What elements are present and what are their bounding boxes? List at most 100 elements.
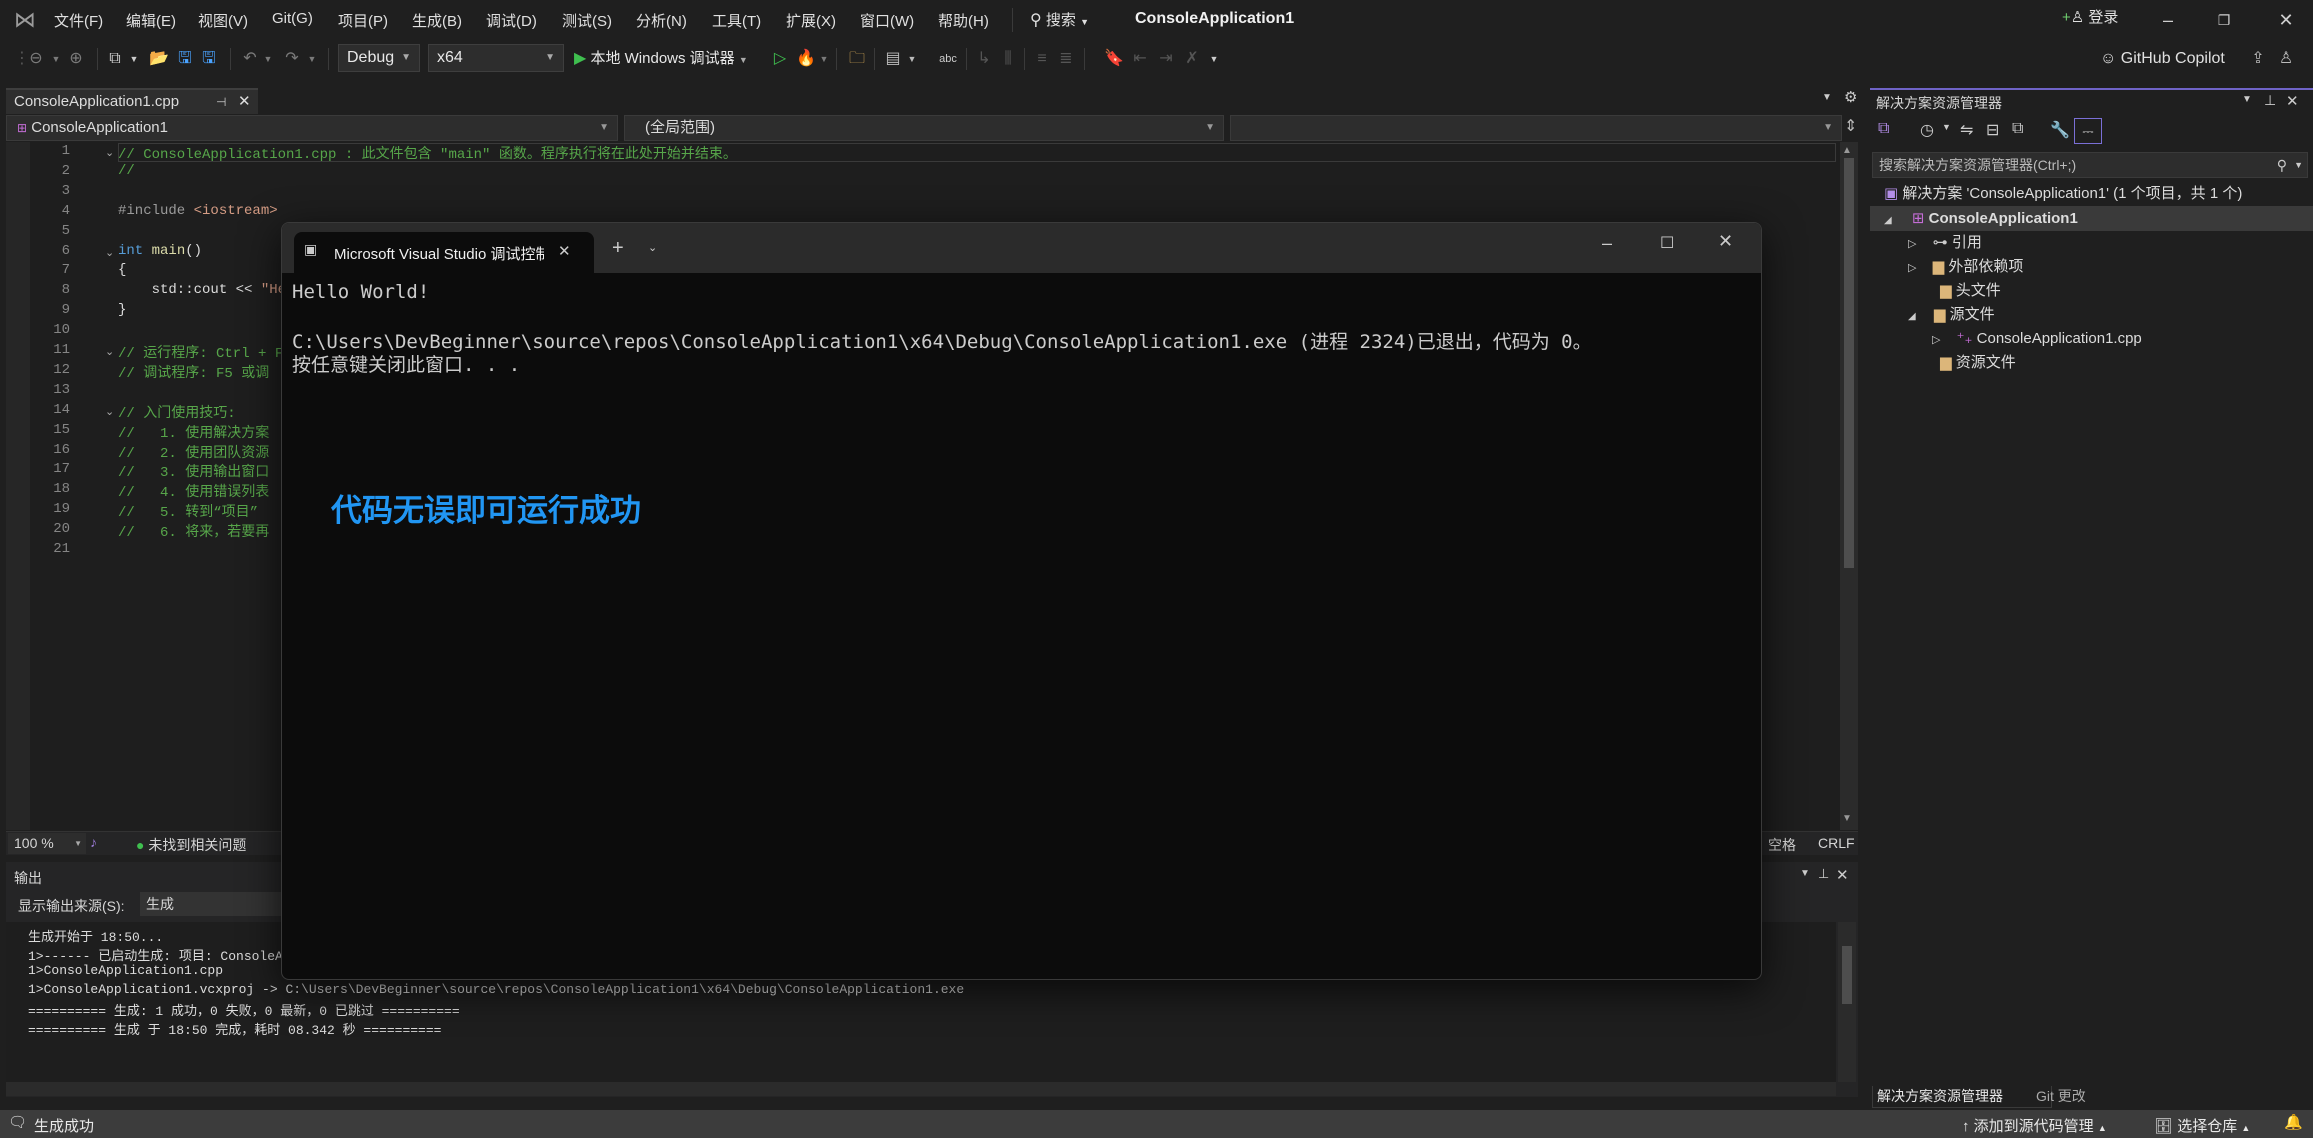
code-line[interactable]: // ConsoleApplication1.cpp : 此文件包含 "main… [118, 143, 737, 163]
fold-toggle-icon[interactable]: ⌄ [105, 345, 114, 358]
github-copilot-button[interactable]: ☺ GitHub Copilot [2100, 46, 2225, 72]
add-to-source-control-button[interactable]: ↑ 添加到源代码管理 ▲ [1962, 1115, 2107, 1136]
minimize-button[interactable]: – [2146, 6, 2190, 34]
signin-button[interactable]: +♙ 登录 [2062, 6, 2118, 27]
intellicode-icon[interactable]: ♪ [90, 834, 97, 850]
close-window-button[interactable]: ✕ [2264, 6, 2308, 34]
tab-list-dropdown-icon[interactable]: ▼ [1822, 92, 1832, 103]
zoom-level-dropdown[interactable]: 100 % ▼ [8, 833, 86, 854]
platform-select[interactable]: x64 ▼ [428, 44, 564, 72]
code-line[interactable]: // 入门使用技巧: [118, 402, 236, 422]
code-line[interactable]: } [118, 302, 126, 318]
bookmark-icon[interactable]: 🔖 [1104, 48, 1124, 70]
tree-item-header-files[interactable]: ▆ 头文件 [1940, 279, 2001, 303]
notifications-bell-icon[interactable]: 🔔 [2284, 1113, 2303, 1131]
close-tab-icon[interactable]: ✕ [558, 242, 571, 260]
tab-consoleapplication1-cpp[interactable]: ConsoleApplication1.cpp ⊣ ✕ [6, 88, 258, 114]
close-panel-icon[interactable]: ✕ [1836, 866, 1849, 884]
menu-edit[interactable]: 编辑(E) [126, 10, 176, 31]
overflow-dropdown-icon[interactable]: ▼ [906, 48, 918, 70]
indent-mode[interactable]: 空格 [1768, 835, 1796, 855]
fold-toggle-icon[interactable]: ⌄ [105, 405, 114, 418]
issues-indicator[interactable]: ● 未找到相关问题 [136, 835, 246, 855]
tree-item-source-files[interactable]: ◢ ▆ 源文件 [1908, 303, 1995, 327]
pending-changes-filter-icon[interactable]: ◷ [1920, 120, 1934, 140]
panel-options-icon[interactable]: ▼ [2242, 94, 2252, 105]
code-line[interactable]: // 5. 转到“项目” [118, 501, 258, 521]
member-nav-dropdown[interactable]: ▼ [1230, 115, 1842, 141]
feedback-icon[interactable]: ♙ [2276, 48, 2296, 70]
show-all-files-icon[interactable]: ⧉ [2012, 120, 2023, 138]
menu-analyze[interactable]: 分析(N) [636, 10, 687, 31]
menu-file[interactable]: 文件(F) [54, 10, 103, 31]
pin-icon[interactable]: ⊥ [1818, 866, 1829, 882]
new-project-icon[interactable]: ⧉ [104, 48, 126, 70]
comment-icon[interactable]: ≡ [1032, 48, 1052, 70]
code-line[interactable]: // 调试程序: F5 或调 [118, 362, 269, 382]
new-project-dropdown-icon[interactable]: ▼ [128, 48, 140, 70]
properties-wrench-icon[interactable]: 🔧 [2050, 120, 2070, 140]
toolbar-grip-icon[interactable]: ⋮ [14, 48, 30, 70]
switch-views-icon[interactable]: ⧉ [1878, 120, 1889, 138]
code-line[interactable]: std::cout << "He [118, 282, 286, 298]
code-line[interactable]: // 3. 使用输出窗口 [118, 461, 269, 481]
save-icon[interactable]: 🖫 [174, 48, 196, 70]
code-line[interactable]: int main() [118, 243, 202, 259]
menu-build[interactable]: 生成(B) [412, 10, 462, 31]
menu-test[interactable]: 测试(S) [562, 10, 612, 31]
sync-with-document-icon[interactable]: ⇋ [1960, 120, 1973, 140]
menu-tools[interactable]: 工具(T) [712, 10, 761, 31]
close-tab-icon[interactable]: ✕ [238, 90, 251, 114]
tree-item-resource-files[interactable]: ▆ 资源文件 [1940, 351, 2016, 375]
redo-dropdown-icon[interactable]: ▼ [306, 48, 318, 70]
tree-item-references[interactable]: ▷ ⊶ 引用 [1908, 231, 1982, 255]
next-bookmark-icon[interactable]: ⇥ [1156, 48, 1176, 70]
menu-view[interactable]: 视图(V) [198, 10, 248, 31]
clear-bookmarks-icon[interactable]: ✗ [1182, 48, 1202, 70]
project-nav-dropdown[interactable]: ⊞ ConsoleApplication1 ▼ [6, 115, 618, 141]
menu-extensions[interactable]: 扩展(X) [786, 10, 836, 31]
line-ending[interactable]: CRLF [1818, 835, 1855, 851]
tree-item-cpp-file[interactable]: ▷ ⁺₊ ConsoleApplication1.cpp [1932, 327, 2142, 351]
save-all-icon[interactable]: 🖫 [198, 48, 220, 70]
output-horizontal-scrollbar[interactable] [6, 1082, 1836, 1096]
console-output-area[interactable]: Hello World! C:\Users\DevBeginner\source\… [282, 273, 1761, 979]
indent-icon[interactable]: ⫼ [998, 48, 1018, 70]
menu-git[interactable]: Git(G) [272, 10, 313, 27]
uncomment-icon[interactable]: ≣ [1056, 48, 1076, 70]
start-without-debugging-icon[interactable]: ▷ [770, 48, 790, 70]
preview-selected-items-icon[interactable]: ⎓ [2074, 118, 2102, 144]
hot-reload-dropdown-icon[interactable]: ▼ [818, 48, 830, 70]
scroll-down-icon[interactable]: ▼ [1842, 813, 1852, 824]
code-line[interactable]: // 4. 使用错误列表 [118, 481, 269, 501]
step-icon[interactable]: ↳ [974, 48, 994, 70]
pin-icon[interactable]: ⊣ [216, 90, 226, 114]
console-tab[interactable]: ▣ Microsoft Visual Studio 调试控制台 ✕ [294, 232, 594, 273]
previous-bookmark-icon[interactable]: ⇤ [1130, 48, 1150, 70]
undo-dropdown-icon[interactable]: ▼ [262, 48, 274, 70]
scope-nav-dropdown[interactable]: (全局范围) ▼ [624, 115, 1224, 141]
undo-icon[interactable]: ↶ [240, 48, 260, 70]
solution-search-input[interactable]: 搜索解决方案资源管理器(Ctrl+;) ⚲ ▼ [1872, 152, 2308, 178]
open-folder-icon[interactable]: 📂 [148, 48, 170, 70]
navigate-forward-icon[interactable]: ⊕ [66, 48, 86, 70]
panel-options-icon[interactable]: ▼ [1800, 868, 1810, 879]
tree-solution[interactable]: ▣ 解决方案 'ConsoleApplication1' (1 个项目，共 1 … [1884, 182, 2242, 206]
menu-debug[interactable]: 调试(D) [486, 10, 537, 31]
console-close-button[interactable]: ✕ [1718, 231, 1733, 252]
code-line[interactable]: // 6. 将来，若要再 [118, 521, 269, 541]
start-debugging-button[interactable]: ▶ 本地 Windows 调试器 ▼ [574, 46, 748, 72]
menu-help[interactable]: 帮助(H) [938, 10, 989, 31]
redo-icon[interactable]: ↷ [282, 48, 302, 70]
share-icon[interactable]: ⇪ [2248, 48, 2268, 70]
code-line[interactable]: { [118, 262, 126, 278]
code-line[interactable]: // [118, 163, 135, 179]
configuration-select[interactable]: Debug ▼ [338, 44, 420, 72]
tab-git-changes[interactable]: Git 更改 [2026, 1086, 2086, 1106]
collapse-all-icon[interactable]: ⊟ [1986, 120, 1999, 140]
code-line[interactable]: #include <iostream> [118, 203, 278, 219]
split-editor-icon[interactable]: ⇕ [1844, 116, 1857, 136]
fold-toggle-icon[interactable]: ⌄ [105, 246, 114, 259]
code-line[interactable]: // 运行程序: Ctrl + F [118, 342, 283, 362]
tab-solution-explorer[interactable]: 解决方案资源管理器 [1872, 1086, 2052, 1108]
